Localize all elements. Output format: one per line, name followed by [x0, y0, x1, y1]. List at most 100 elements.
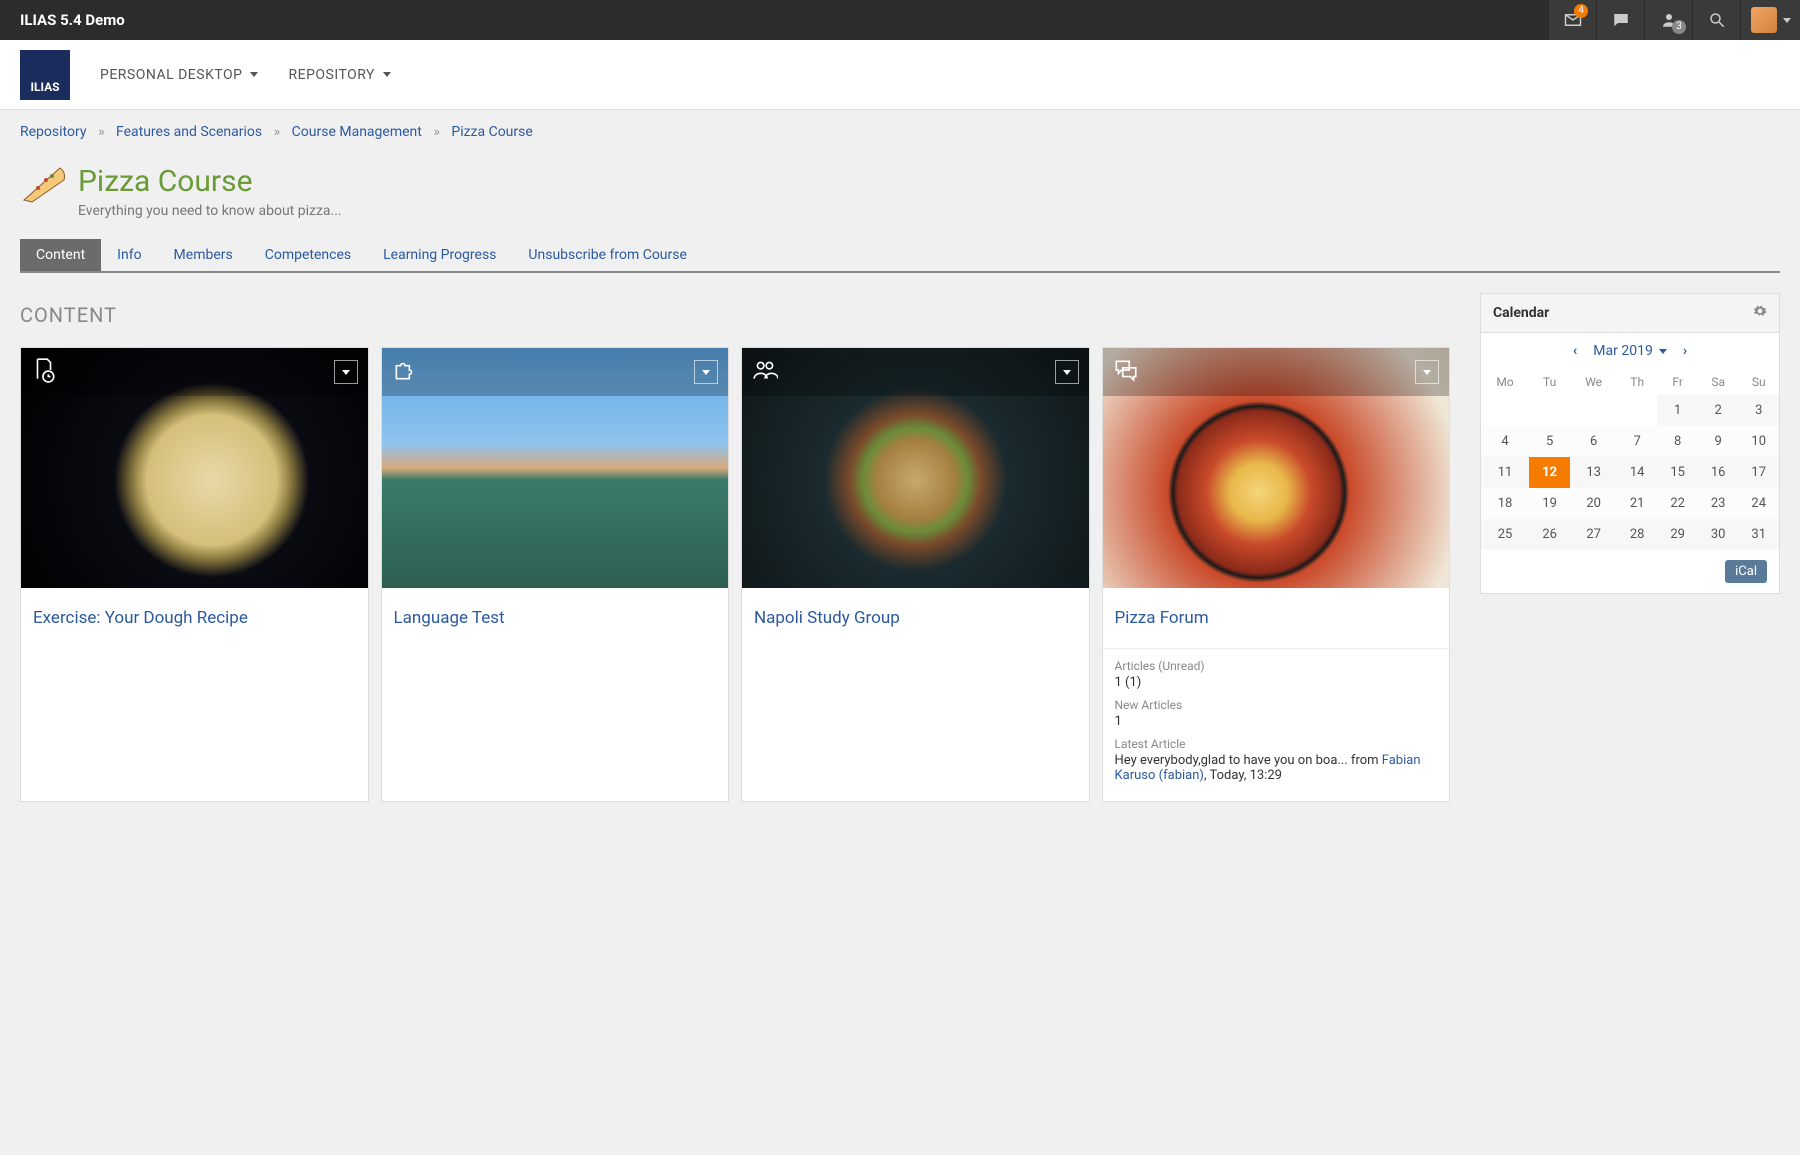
card-actions-dropdown[interactable] — [1055, 360, 1079, 384]
cal-day[interactable]: 24 — [1738, 488, 1779, 519]
cal-day[interactable]: 15 — [1657, 457, 1698, 488]
page-header: Pizza Course Everything you need to know… — [0, 154, 1800, 239]
cal-day[interactable]: 22 — [1657, 488, 1698, 519]
card-meta: Articles (Unread) 1 (1) New Articles 1 L… — [1103, 648, 1450, 801]
forum-icon — [1113, 357, 1139, 387]
cal-day[interactable]: 20 — [1570, 488, 1617, 519]
page-title: Pizza Course — [78, 164, 342, 199]
contacts-icon[interactable]: 3 — [1644, 0, 1692, 40]
cal-day — [1570, 395, 1617, 426]
cal-day[interactable]: 6 — [1570, 426, 1617, 457]
cal-day-header: Su — [1738, 369, 1779, 395]
cal-day[interactable]: 7 — [1617, 426, 1658, 457]
cal-day[interactable]: 2 — [1698, 395, 1739, 426]
card-title[interactable]: Language Test — [394, 608, 717, 628]
page-subtitle: Everything you need to know about pizza.… — [78, 203, 342, 219]
card-title[interactable]: Napoli Study Group — [754, 608, 1077, 628]
cal-day[interactable]: 16 — [1698, 457, 1739, 488]
gear-icon[interactable] — [1753, 304, 1767, 322]
cal-day[interactable]: 5 — [1529, 426, 1570, 457]
search-icon[interactable] — [1692, 0, 1740, 40]
cal-next-icon[interactable]: › — [1677, 341, 1693, 361]
contacts-badge: 3 — [1672, 20, 1686, 34]
tab-learning-progress[interactable]: Learning Progress — [367, 239, 512, 271]
cal-day — [1481, 395, 1529, 426]
cal-day[interactable]: 30 — [1698, 519, 1739, 550]
card-pizza-forum[interactable]: Pizza Forum Articles (Unread) 1 (1) New … — [1102, 347, 1451, 802]
latest-article-value: Hey everybody,glad to have you on boa...… — [1115, 753, 1438, 783]
tab-info[interactable]: Info — [101, 239, 157, 271]
group-icon — [752, 357, 778, 387]
mail-icon[interactable]: 4 — [1548, 0, 1596, 40]
cal-day[interactable]: 14 — [1617, 457, 1658, 488]
cal-day — [1617, 395, 1658, 426]
cal-day[interactable]: 18 — [1481, 488, 1529, 519]
cal-day-header: Th — [1617, 369, 1658, 395]
cal-day[interactable]: 3 — [1738, 395, 1779, 426]
card-language-test[interactable]: Language Test — [381, 347, 730, 802]
cal-day[interactable]: 21 — [1617, 488, 1658, 519]
cal-day-header: Tu — [1529, 369, 1570, 395]
cal-day[interactable]: 27 — [1570, 519, 1617, 550]
cal-day[interactable]: 28 — [1617, 519, 1658, 550]
cal-day[interactable]: 10 — [1738, 426, 1779, 457]
content-heading: CONTENT — [20, 303, 1450, 327]
cal-day[interactable]: 29 — [1657, 519, 1698, 550]
logo[interactable]: ILIAS — [20, 50, 70, 100]
calendar-grid: MoTuWeThFrSaSu 1234567891011121314151617… — [1481, 369, 1779, 550]
nav-repository[interactable]: REPOSITORY — [288, 67, 390, 83]
breadcrumb-item[interactable]: Repository — [20, 124, 86, 140]
topbar: ILIAS 5.4 Demo 4 3 — [0, 0, 1800, 40]
articles-value: 1 (1) — [1115, 675, 1438, 690]
cal-day[interactable]: 23 — [1698, 488, 1739, 519]
cal-day[interactable]: 9 — [1698, 426, 1739, 457]
cal-day[interactable]: 1 — [1657, 395, 1698, 426]
mail-badge: 4 — [1574, 4, 1588, 18]
tab-unsubscribe[interactable]: Unsubscribe from Course — [512, 239, 703, 271]
cal-day[interactable]: 31 — [1738, 519, 1779, 550]
tab-members[interactable]: Members — [158, 239, 249, 271]
tab-competences[interactable]: Competences — [249, 239, 367, 271]
card-title[interactable]: Pizza Forum — [1115, 608, 1438, 628]
cal-prev-icon[interactable]: ‹ — [1567, 341, 1583, 361]
cal-day[interactable]: 12 — [1529, 457, 1570, 488]
cal-day[interactable]: 19 — [1529, 488, 1570, 519]
cal-day[interactable]: 11 — [1481, 457, 1529, 488]
cal-day[interactable]: 8 — [1657, 426, 1698, 457]
cal-day[interactable]: 4 — [1481, 426, 1529, 457]
new-articles-value: 1 — [1115, 714, 1438, 729]
card-title[interactable]: Exercise: Your Dough Recipe — [33, 608, 356, 628]
cal-month-selector[interactable]: Mar 2019 — [1593, 343, 1667, 359]
cal-day[interactable]: 26 — [1529, 519, 1570, 550]
cal-day-header: Fr — [1657, 369, 1698, 395]
app-title: ILIAS 5.4 Demo — [0, 11, 145, 29]
breadcrumb-item[interactable]: Features and Scenarios — [116, 124, 262, 140]
card-actions-dropdown[interactable] — [334, 360, 358, 384]
ical-button[interactable]: iCal — [1725, 560, 1767, 583]
cal-day[interactable]: 17 — [1738, 457, 1779, 488]
tab-content[interactable]: Content — [20, 239, 101, 271]
card-image — [21, 348, 368, 588]
nav-personal-desktop[interactable]: PERSONAL DESKTOP — [100, 67, 258, 83]
chat-icon[interactable] — [1596, 0, 1644, 40]
latest-article-label: Latest Article — [1115, 737, 1438, 751]
breadcrumb-item[interactable]: Course Management — [292, 124, 422, 140]
card-actions-dropdown[interactable] — [1415, 360, 1439, 384]
cal-day[interactable]: 25 — [1481, 519, 1529, 550]
puzzle-icon — [392, 357, 418, 387]
breadcrumb: Repository » Features and Scenarios » Co… — [0, 110, 1800, 154]
cal-day-header: Sa — [1698, 369, 1739, 395]
new-articles-label: New Articles — [1115, 698, 1438, 712]
user-menu[interactable] — [1740, 0, 1800, 40]
breadcrumb-item[interactable]: Pizza Course — [451, 124, 532, 140]
calendar-title: Calendar — [1493, 305, 1549, 321]
card-napoli-group[interactable]: Napoli Study Group — [741, 347, 1090, 802]
calendar-panel: Calendar ‹ Mar 2019 › MoTuWeThFrSaSu 123… — [1480, 293, 1780, 594]
card-grid: Exercise: Your Dough Recipe Language Tes… — [20, 347, 1450, 802]
card-actions-dropdown[interactable] — [694, 360, 718, 384]
cal-day[interactable]: 13 — [1570, 457, 1617, 488]
card-exercise[interactable]: Exercise: Your Dough Recipe — [20, 347, 369, 802]
file-clock-icon — [31, 357, 57, 387]
articles-label: Articles (Unread) — [1115, 659, 1438, 673]
card-image — [742, 348, 1089, 588]
